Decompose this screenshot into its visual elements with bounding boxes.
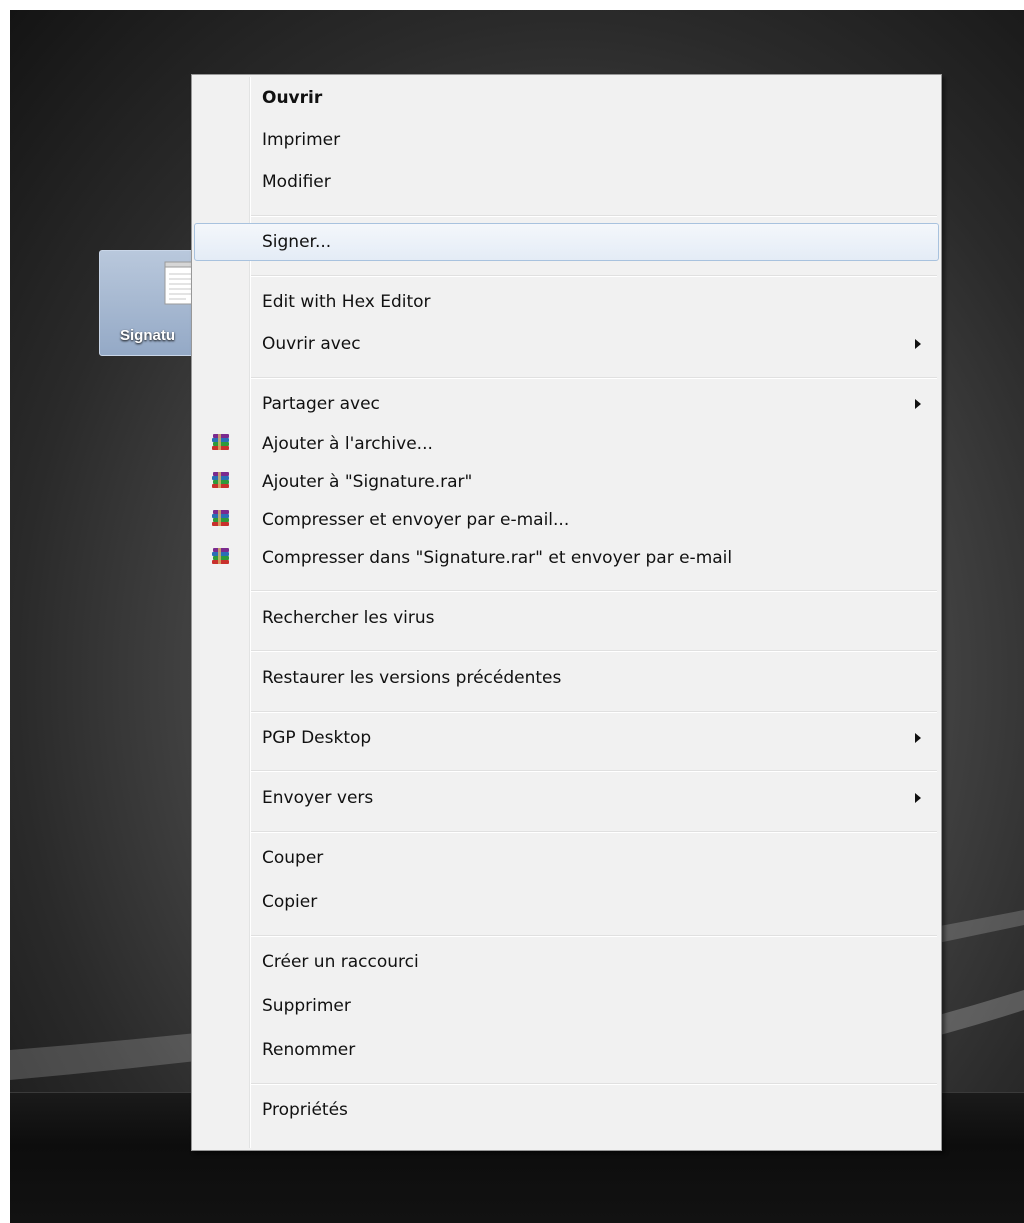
menu-item-ajouter-archive[interactable]: Ajouter à l'archive...	[194, 425, 939, 463]
menu-item-couper[interactable]: Couper	[194, 839, 939, 877]
menu-item-compresser-signature-rar-envoyer[interactable]: Compresser dans "Signature.rar" et envoy…	[194, 539, 939, 577]
menu-item-label: Couper	[262, 848, 324, 868]
menu-separator	[251, 831, 937, 833]
menu-item-creer-raccourci[interactable]: Créer un raccourci	[194, 943, 939, 981]
menu-item-edit-with-hex-editor[interactable]: Edit with Hex Editor	[194, 283, 939, 321]
menu-item-modifier[interactable]: Modifier	[194, 163, 939, 201]
menu-separator	[251, 377, 937, 379]
menu-item-imprimer[interactable]: Imprimer	[194, 121, 939, 159]
menu-item-ouvrir[interactable]: Ouvrir	[194, 79, 939, 117]
menu-item-label: Compresser dans "Signature.rar" et envoy…	[262, 548, 733, 568]
winrar-books-icon	[212, 472, 229, 488]
menu-item-label: Créer un raccourci	[262, 952, 419, 972]
context-menu: Ouvrir Imprimer Modifier Signer... Edit …	[191, 74, 942, 1151]
menu-item-supprimer[interactable]: Supprimer	[194, 987, 939, 1025]
menu-item-label: Signer...	[262, 232, 332, 252]
menu-item-copier[interactable]: Copier	[194, 883, 939, 921]
menu-separator	[251, 650, 937, 652]
menu-separator	[251, 770, 937, 772]
desktop-file-label: Signatu	[120, 327, 175, 344]
menu-separator	[251, 1083, 937, 1085]
menu-item-label: Edit with Hex Editor	[262, 292, 431, 312]
menu-item-label: Ouvrir avec	[262, 334, 361, 354]
menu-item-ouvrir-avec[interactable]: Ouvrir avec	[194, 325, 939, 363]
menu-separator	[251, 275, 937, 277]
menu-item-label: Copier	[262, 892, 318, 912]
menu-separator	[251, 215, 937, 217]
menu-item-label: Propriétés	[262, 1100, 348, 1120]
menu-item-rechercher-virus[interactable]: Rechercher les virus	[194, 599, 939, 637]
menu-item-label: Imprimer	[262, 130, 341, 150]
menu-item-label: Restaurer les versions précédentes	[262, 668, 562, 688]
menu-item-label: Compresser et envoyer par e-mail...	[262, 510, 570, 530]
menu-item-proprietes[interactable]: Propriétés	[194, 1091, 939, 1129]
menu-item-label: Renommer	[262, 1040, 356, 1060]
menu-item-renommer[interactable]: Renommer	[194, 1031, 939, 1069]
menu-item-envoyer-vers[interactable]: Envoyer vers	[194, 779, 939, 817]
menu-item-ajouter-signature-rar[interactable]: Ajouter à "Signature.rar"	[194, 463, 939, 501]
winrar-books-icon	[212, 434, 229, 450]
menu-item-label: Ajouter à l'archive...	[262, 434, 433, 454]
chevron-right-icon	[915, 733, 921, 743]
menu-item-label: Partager avec	[262, 394, 380, 414]
chevron-right-icon	[915, 793, 921, 803]
chevron-right-icon	[915, 399, 921, 409]
menu-item-signer[interactable]: Signer...	[194, 223, 939, 261]
menu-item-label: Envoyer vers	[262, 788, 374, 808]
menu-item-label: Supprimer	[262, 996, 351, 1016]
chevron-right-icon	[915, 339, 921, 349]
menu-item-label: Ouvrir	[262, 88, 323, 108]
menu-item-label: Ajouter à "Signature.rar"	[262, 472, 473, 492]
menu-separator	[251, 711, 937, 713]
winrar-books-icon	[212, 510, 229, 526]
menu-item-restaurer-versions[interactable]: Restaurer les versions précédentes	[194, 659, 939, 697]
menu-item-label: PGP Desktop	[262, 728, 372, 748]
menu-item-label: Modifier	[262, 172, 331, 192]
menu-item-label: Rechercher les virus	[262, 608, 435, 628]
menu-separator	[251, 935, 937, 937]
menu-item-compresser-envoyer[interactable]: Compresser et envoyer par e-mail...	[194, 501, 939, 539]
winrar-books-icon	[212, 548, 229, 564]
menu-item-pgp-desktop[interactable]: PGP Desktop	[194, 719, 939, 757]
menu-separator	[251, 590, 937, 592]
menu-item-partager-avec[interactable]: Partager avec	[194, 385, 939, 423]
